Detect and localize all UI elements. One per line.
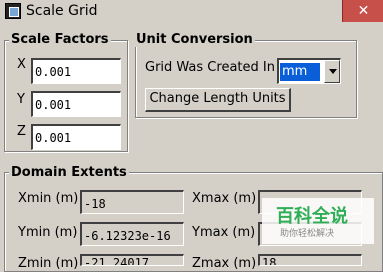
scale-factors-title: Scale Factors — [9, 32, 111, 47]
chevron-down-icon[interactable] — [324, 60, 340, 83]
close-button[interactable]: ✕ — [342, 0, 383, 22]
z-label: Z — [17, 124, 26, 139]
xmax-label: Xmax (m) — [192, 191, 257, 206]
zmin-field: -21.24017 — [80, 254, 184, 266]
app-icon — [5, 3, 21, 19]
watermark-main-text: 百科全说 — [276, 206, 348, 227]
x-label: X — [17, 57, 26, 72]
xmin-field: -18 — [80, 190, 184, 214]
grid-created-label: Grid Was Created In — [145, 60, 275, 75]
unit-select-value: mm — [280, 63, 320, 81]
domain-extents-title: Domain Extents — [9, 165, 129, 180]
ymax-label: Ymax (m) — [192, 225, 256, 240]
watermark-sub-text: 助你轻松解决 — [280, 229, 335, 239]
ymin-label: Ymin (m) — [18, 225, 78, 240]
zmax-label: Zmax (m) — [192, 256, 257, 271]
scale-z-field[interactable]: 0.001 — [31, 124, 121, 150]
unit-conversion-title: Unit Conversion — [134, 32, 255, 47]
watermark-overlay: 百科全说 助你轻松解决 — [262, 198, 374, 244]
scale-x-field[interactable]: 0.001 — [31, 58, 121, 84]
window-title: Scale Grid — [26, 3, 98, 19]
change-length-units-button[interactable]: Change Length Units — [145, 88, 291, 112]
ymin-field: -6.12323e-16 — [80, 222, 184, 246]
xmin-label: Xmin (m) — [18, 191, 79, 206]
y-label: Y — [17, 92, 25, 107]
title-bar: Scale Grid ✕ — [0, 0, 383, 24]
unit-select[interactable]: mm — [277, 58, 341, 84]
zmax-field: 18 — [258, 254, 362, 266]
zmin-label: Zmin (m) — [18, 256, 79, 271]
scale-y-field[interactable]: 0.001 — [31, 91, 121, 117]
